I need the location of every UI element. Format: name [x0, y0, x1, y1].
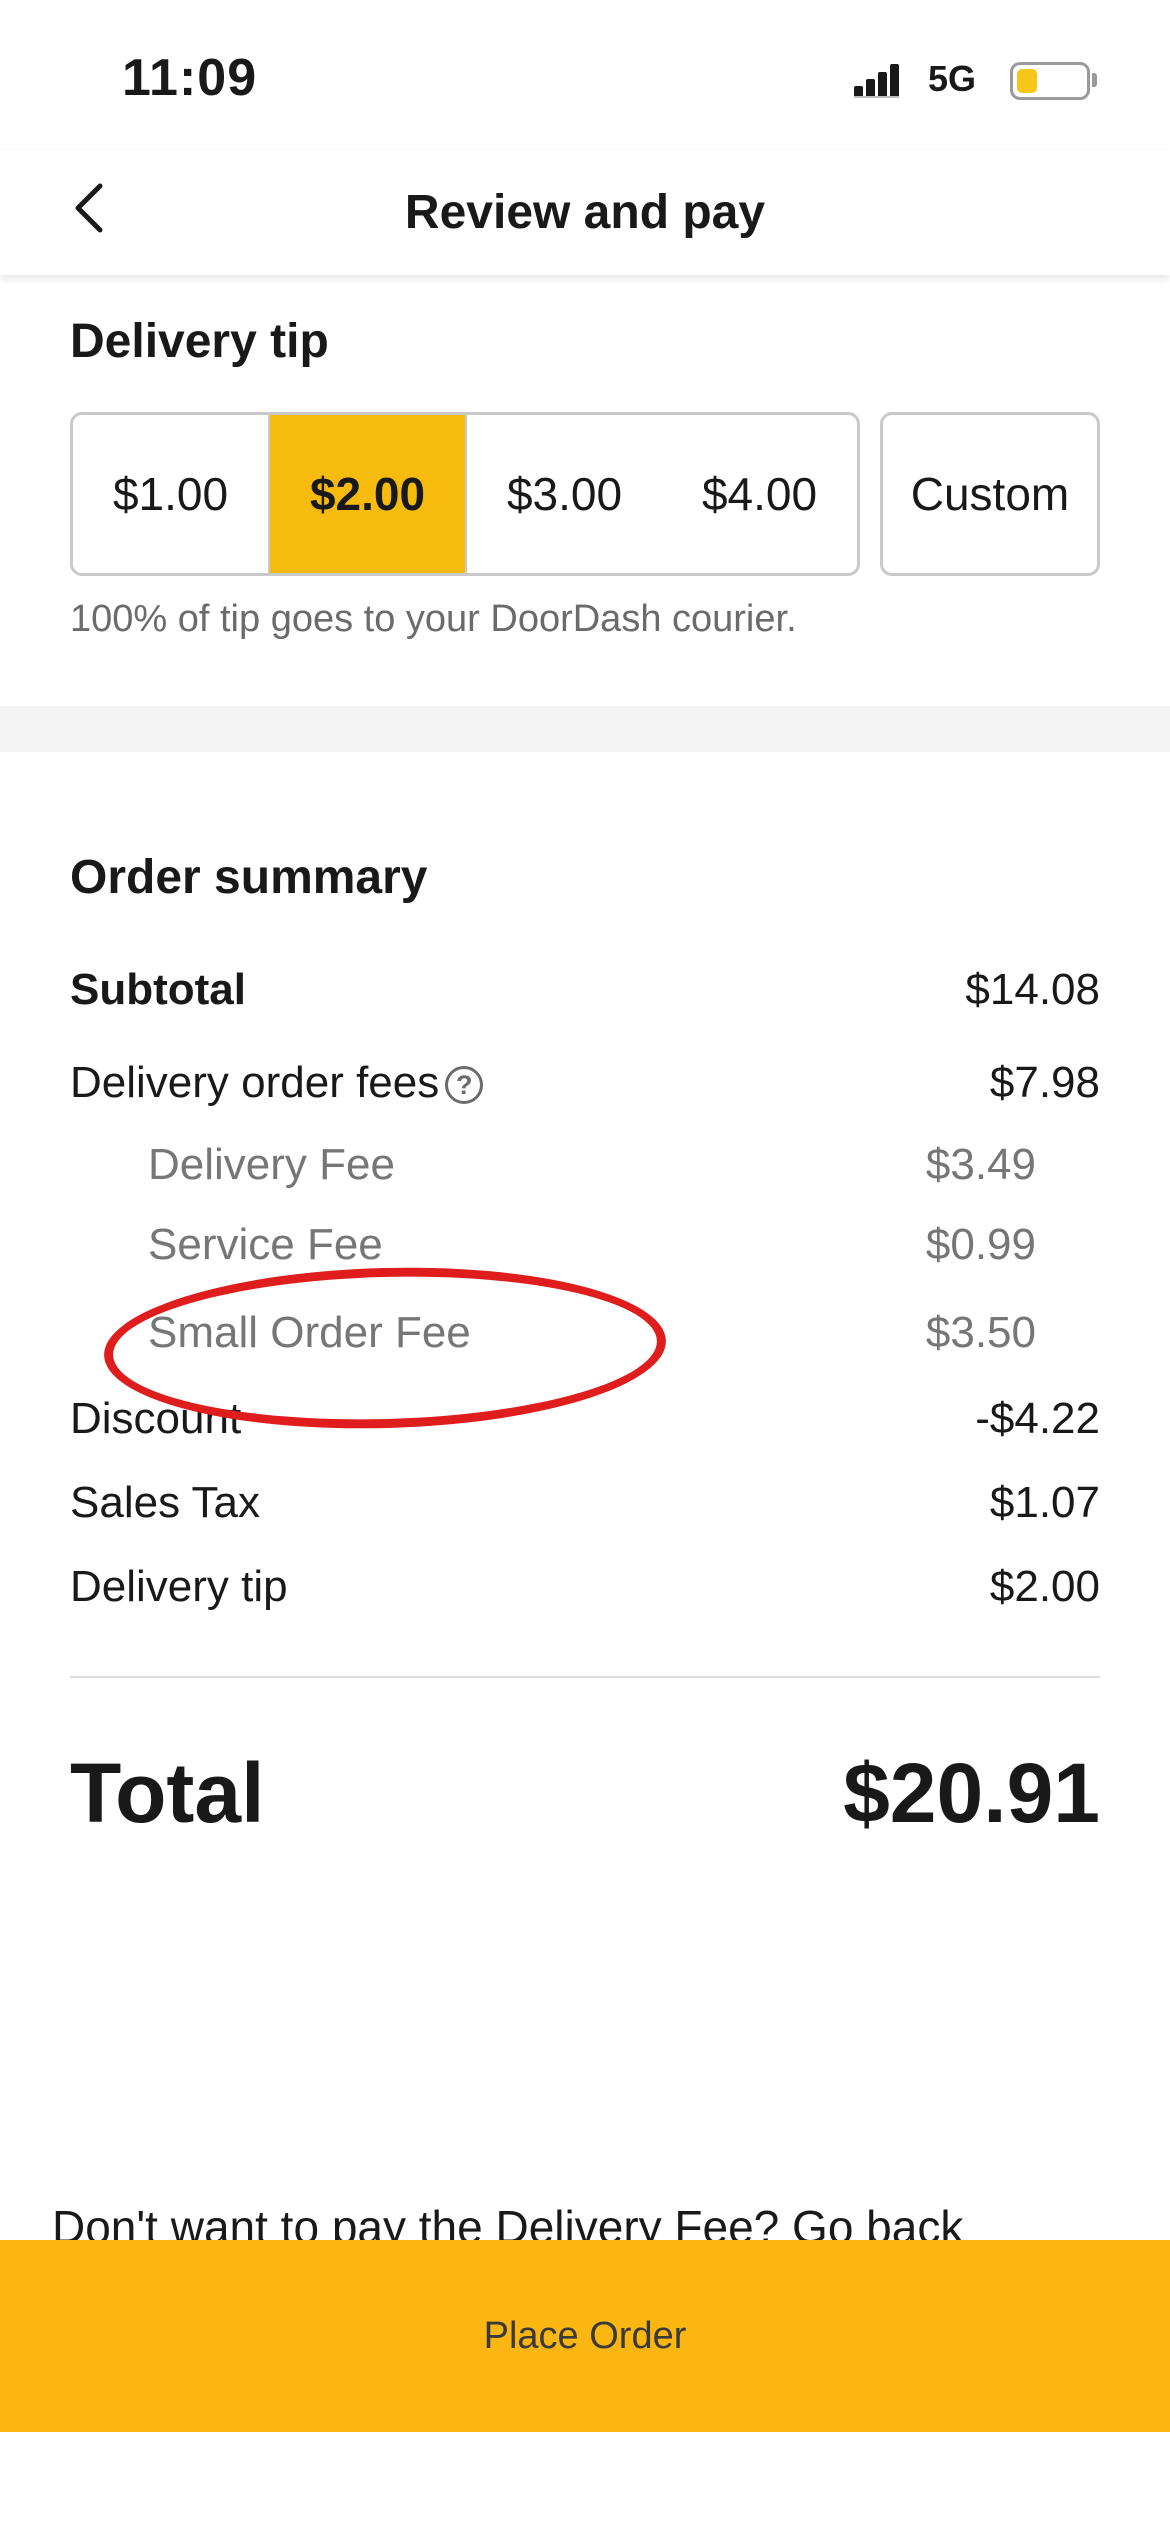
page-title: Review and pay	[404, 186, 766, 239]
tip-option-2-selected[interactable]: $2.00	[268, 415, 465, 573]
total-value: $20.91	[843, 1746, 1100, 1840]
battery-icon	[1010, 62, 1090, 100]
service-fee-value: $0.99	[925, 1220, 1036, 1269]
tip-note: 100% of tip goes to your DoorDash courie…	[70, 598, 797, 640]
tip-option-4[interactable]: $4.00	[662, 415, 857, 573]
subtotal-label: Subtotal	[70, 965, 246, 1014]
battery-nub	[1092, 73, 1097, 87]
delivery-tip-value: $2.00	[989, 1562, 1100, 1611]
status-time: 11:09	[122, 49, 258, 107]
small-order-fee-value: $3.50	[925, 1308, 1036, 1357]
service-fee-row: Service Fee $0.99	[148, 1220, 1036, 1270]
place-order-button[interactable]: Place Order	[0, 2240, 1170, 2432]
subtotal-value: $14.08	[965, 965, 1100, 1014]
tip-options: $1.00 $2.00 $3.00 $4.00	[70, 412, 860, 576]
network-label: 5G	[928, 58, 977, 99]
sales-tax-label: Sales Tax	[70, 1478, 260, 1527]
delivery-fee-label: Delivery Fee	[148, 1140, 395, 1189]
delivery-order-fees-label: Delivery order fees	[70, 1058, 440, 1107]
total-label: Total	[70, 1746, 265, 1840]
delivery-order-fees-value: $7.98	[989, 1058, 1100, 1107]
tip-option-3[interactable]: $3.00	[465, 415, 662, 573]
signal-icon	[854, 64, 899, 98]
discount-value: -$4.22	[975, 1394, 1100, 1443]
nav-header: Review and pay	[0, 150, 1170, 275]
summary-divider	[70, 1676, 1100, 1678]
delivery-tip-row: Delivery tip $2.00	[70, 1562, 1100, 1612]
delivery-fee-row: Delivery Fee $3.49	[148, 1140, 1036, 1190]
tip-custom-button[interactable]: Custom	[880, 412, 1100, 576]
tip-section-title: Delivery tip	[70, 315, 329, 368]
bottom-safe-area	[0, 2432, 1170, 2535]
sales-tax-row: Sales Tax $1.07	[70, 1478, 1100, 1528]
tip-option-1[interactable]: $1.00	[73, 415, 268, 573]
section-divider	[0, 706, 1170, 752]
subtotal-row: Subtotal $14.08	[70, 965, 1100, 1015]
delivery-order-fees-row: Delivery order fees? $7.98	[70, 1058, 1100, 1108]
delivery-tip-label: Delivery tip	[70, 1562, 288, 1611]
status-bar: 11:09 5G	[0, 0, 1170, 150]
help-circle-icon[interactable]: ?	[445, 1066, 484, 1105]
delivery-fee-value: $3.49	[925, 1140, 1036, 1189]
service-fee-label: Service Fee	[148, 1220, 383, 1269]
sales-tax-value: $1.07	[989, 1478, 1100, 1527]
order-summary-title: Order summary	[70, 851, 428, 904]
